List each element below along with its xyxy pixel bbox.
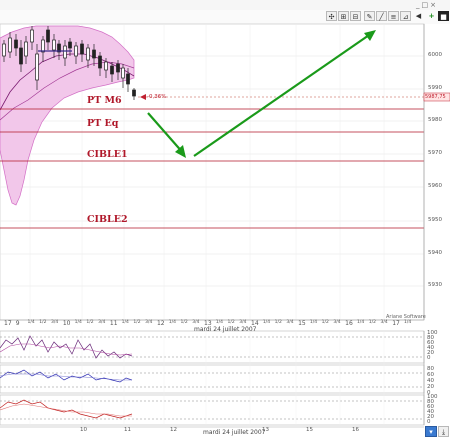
x-axis-hour-label: 17 xyxy=(392,320,400,327)
x-axis-hour-label: 1/4 xyxy=(27,320,35,325)
y-tick: 5930 xyxy=(428,282,442,288)
x-axis-hour-label: 12 xyxy=(156,320,165,327)
y-tick: 5960 xyxy=(428,183,442,189)
x-axis-hour-label: 1/2 xyxy=(321,320,329,325)
x-axis-hour-label: 1/4 xyxy=(404,320,412,325)
x-axis-hour-label: 1/2 xyxy=(227,320,235,325)
x-axis-hour-label: 1/4 xyxy=(168,320,176,325)
x-axis-hour-label: 13 xyxy=(204,320,212,327)
x-hour-10: 10 xyxy=(80,427,87,433)
x-axis-hour-label: 1/4 xyxy=(121,320,129,325)
x-axis-hour-label: 1/2 xyxy=(180,320,188,325)
level-label-cible1: CIBLE1 xyxy=(87,149,128,160)
x-axis-hour-label: 1/4 xyxy=(262,320,271,325)
x-axis-hour-label: 1/2 xyxy=(86,320,94,325)
y-tick: 5990 xyxy=(428,85,442,91)
x-axis-hour-label: 1/4 xyxy=(215,320,223,325)
x-axis-hour-label: 1/4 xyxy=(74,320,82,325)
last-price-tag: 5987,75 xyxy=(425,94,446,100)
x-hour-11: 11 xyxy=(124,427,131,433)
osc3-ticks: 100 80 60 40 20 0 xyxy=(427,394,438,425)
x-axis-hour-label: 3/4 xyxy=(380,320,388,325)
x-axis-hour-label: 10 xyxy=(62,320,71,327)
x-axis-hour-label: 3/4 xyxy=(192,320,200,325)
x-axis-hour-label: 3/4 xyxy=(239,320,247,325)
y-tick: 5950 xyxy=(428,217,442,223)
x-axis-hour-label: 3/4 xyxy=(333,320,341,325)
x-axis-hour-label: 14 xyxy=(251,320,259,327)
change-percent: -0,36% xyxy=(147,94,167,100)
x-axis-hour-label: 9 xyxy=(15,320,20,327)
y-tick: 5980 xyxy=(428,117,442,123)
y-tick: 5970 xyxy=(428,150,442,156)
oscillator-panel-3 xyxy=(0,394,425,426)
x-axis-hour-label: 1/2 xyxy=(368,320,376,325)
x-axis-hour-label: 1/2 xyxy=(39,320,47,325)
x-axis-hour-label: 3/4 xyxy=(98,320,106,325)
x-axis-hour-label: 1/2 xyxy=(133,320,141,325)
x-hour-16: 16 xyxy=(352,427,359,433)
oscillator-panel-2 xyxy=(0,364,425,394)
level-label-pt-m6: PT M6 xyxy=(87,95,122,106)
osc2-ticks: 80 60 40 20 0 xyxy=(427,366,434,396)
x-axis-hour-label: 1/2 xyxy=(274,320,282,325)
level-label-pt-eq: PT Eq xyxy=(87,118,119,129)
scroll-end-button[interactable]: ⤓ xyxy=(438,426,449,437)
x-axis-hour-label: 3/4 xyxy=(51,320,59,325)
scroll-down-button[interactable]: ▾ xyxy=(425,426,437,437)
x-axis-hour-label: 15 xyxy=(298,320,306,327)
y-tick: 5940 xyxy=(428,250,442,256)
x-axis-hour-label: 17 xyxy=(4,320,12,327)
level-label-cible2: CIBLE2 xyxy=(87,214,128,225)
x-axis-hour-label: 11 xyxy=(109,320,118,327)
x-axis-hours-top: 17 9 1/4 1/2 3/4 10 1/4 1/2 3/4 11 1/4 1/2 3/4 12 1/4 1… xyxy=(0,320,424,328)
x-axis-hour-label: 1/4 xyxy=(356,320,365,325)
x-axis-hour-label: 3/4 xyxy=(286,320,294,325)
x-hour-12: 12 xyxy=(170,427,177,433)
price-chart xyxy=(0,23,450,428)
osc1-ticks: 100 80 60 40 20 0 xyxy=(427,330,438,361)
x-axis-hour-label: 3/4 xyxy=(145,320,153,325)
chart-window: _□× ✣ ⊞ ⊟ ✎ ╱ ≡ ⊿ ◀ + ■ PT M6 PT Eq CIBL… xyxy=(0,0,450,438)
x-hour-15: 15 xyxy=(306,427,313,433)
x-axis-hour-label: 1/4 xyxy=(309,320,318,325)
date-label-bottom: mardi 24 juillet 2007 xyxy=(203,429,266,436)
x-axis-hour-label: 16 xyxy=(345,320,353,327)
y-tick: 6000 xyxy=(428,52,442,58)
